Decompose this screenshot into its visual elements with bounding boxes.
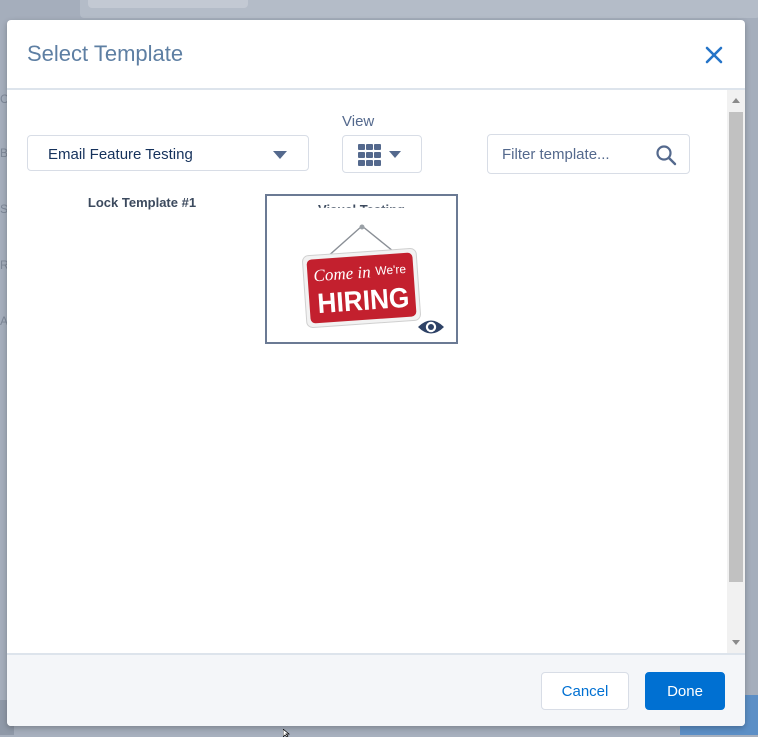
search-icon[interactable] xyxy=(655,144,677,166)
close-button[interactable] xyxy=(701,42,727,68)
scrollbar-thumb[interactable] xyxy=(729,112,743,582)
grid-icon xyxy=(358,144,382,166)
scroll-down-arrow-icon[interactable] xyxy=(732,640,740,645)
modal-header: Select Template xyxy=(7,20,745,90)
background-chip xyxy=(88,0,248,8)
modal-body: Email Feature Testing View Lock Template… xyxy=(7,90,745,653)
background-letter: R xyxy=(0,258,9,272)
filter-template-input[interactable] xyxy=(502,144,642,164)
scroll-up-arrow-icon[interactable] xyxy=(732,98,740,103)
view-label: View xyxy=(342,113,375,130)
sign-text-hiring: HIRING xyxy=(316,282,410,319)
mouse-cursor-icon xyxy=(283,729,290,737)
background-letter: B xyxy=(0,146,9,160)
eye-icon[interactable] xyxy=(416,317,446,337)
cancel-button[interactable]: Cancel xyxy=(541,672,629,710)
vertical-scrollbar[interactable] xyxy=(727,90,745,653)
close-icon xyxy=(705,46,723,64)
background-top-bar xyxy=(80,0,758,18)
modal-footer: Cancel Done xyxy=(7,653,745,726)
folder-select[interactable]: Email Feature Testing xyxy=(27,135,309,171)
template-card-visual-testing[interactable]: Visual Testing Come in We're HIRING xyxy=(265,194,458,344)
folder-select-value: Email Feature Testing xyxy=(48,146,193,163)
background-letter: C xyxy=(0,92,9,106)
caret-down-icon xyxy=(389,151,401,158)
template-card-lock-template-1[interactable]: Lock Template #1 xyxy=(47,195,237,210)
sign-text-were: We're xyxy=(375,262,407,278)
modal-title: Select Template xyxy=(27,41,184,66)
select-template-modal: Select Template Email Feature Testing Vi… xyxy=(7,20,745,726)
template-name: Visual Testing xyxy=(318,202,405,217)
sign-text-come-in: Come in xyxy=(313,262,371,285)
template-name: Lock Template #1 xyxy=(87,195,197,210)
background-letter: S xyxy=(0,202,9,216)
chevron-down-icon xyxy=(273,151,287,159)
come-in-were-hiring-sign-image: Come in We're HIRING xyxy=(302,224,421,329)
done-button[interactable]: Done xyxy=(645,672,725,710)
background-letter: A xyxy=(0,314,9,328)
view-toggle-button[interactable] xyxy=(342,135,422,173)
filter-template-box xyxy=(487,134,690,174)
